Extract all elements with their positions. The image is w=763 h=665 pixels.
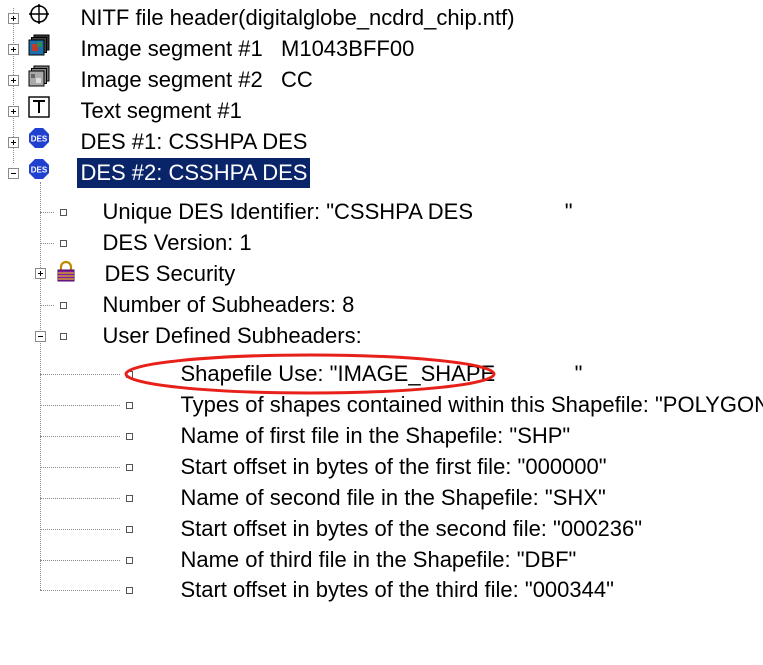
tree-item-label: Start offset in bytes of the first file:… (180, 454, 607, 479)
leaf-bullet-icon (60, 240, 67, 247)
crosshair-icon (29, 4, 49, 24)
leaf-bullet-icon (60, 209, 67, 216)
tree-connector (40, 212, 54, 213)
tree-item-label: DES Security (104, 261, 236, 286)
expand-toggle[interactable] (35, 268, 46, 279)
tree-connector (40, 405, 120, 406)
tree-item-unique-des-identifier[interactable]: Unique DES Identifier: "CSSHPA DES " (78, 197, 572, 227)
image-segment-color-icon (28, 34, 50, 56)
tree-item-label: NITF file header(digitalglobe_ncdrd_chip… (80, 5, 515, 30)
tree-item-image-segment-1[interactable]: Image segment #1 M1043BFF00 (56, 34, 414, 64)
tree-item-label: Unique DES Identifier: "CSSHPA DES " (102, 199, 573, 224)
tree-item-image-segment-2[interactable]: Image segment #2 CC (56, 65, 312, 95)
tree-item-des-1[interactable]: DES #1: CSSHPA DES (56, 127, 307, 157)
leaf-bullet-icon (126, 557, 133, 564)
des-icon: DES (29, 159, 49, 179)
tree-item-label: Name of second file in the Shapefile: "S… (180, 485, 606, 510)
leaf-bullet-icon (126, 526, 133, 533)
tree-item-nitf-header[interactable]: NITF file header(digitalglobe_ncdrd_chip… (56, 3, 514, 33)
tree-item-des-security[interactable]: DES Security (80, 259, 235, 289)
tree-item-label: DES Version: 1 (102, 230, 252, 255)
tree-item-des-version[interactable]: DES Version: 1 (78, 228, 251, 258)
expand-toggle[interactable] (8, 106, 19, 117)
tree-connector (40, 529, 120, 530)
tree-item-label: Image segment #1 M1043BFF00 (80, 36, 415, 61)
text-segment-icon (28, 96, 50, 118)
tree-connector (40, 467, 120, 468)
lock-icon (57, 260, 75, 282)
tree-item-name-third-file[interactable]: Name of third file in the Shapefile: "DB… (156, 545, 576, 575)
tree-view: NITF file header(digitalglobe_ncdrd_chip… (0, 0, 763, 606)
leaf-bullet-icon (126, 464, 133, 471)
collapse-toggle[interactable] (35, 331, 46, 342)
leaf-bullet-icon (126, 433, 133, 440)
tree-connector (40, 436, 120, 437)
tree-item-label: Text segment #1 (80, 98, 242, 123)
tree-item-label: Name of first file in the Shapefile: "SH… (180, 423, 571, 448)
tree-connector (40, 374, 120, 375)
des-icon: DES (29, 128, 49, 148)
tree-item-label-selected: DES #2: CSSHPA DES (77, 158, 311, 188)
leaf-bullet-icon (126, 402, 133, 409)
tree-item-label: Name of third file in the Shapefile: "DB… (180, 547, 577, 572)
leaf-bullet-icon (60, 333, 67, 340)
svg-text:DES: DES (31, 166, 48, 175)
highlight-ellipse (124, 353, 496, 395)
tree-item-name-second-file[interactable]: Name of second file in the Shapefile: "S… (156, 483, 605, 513)
tree-item-text-segment-1[interactable]: Text segment #1 (56, 96, 241, 126)
tree-connector (40, 498, 120, 499)
tree-connector (40, 243, 54, 244)
tree-item-offset-first-file[interactable]: Start offset in bytes of the first file:… (156, 452, 606, 482)
image-segment-gray-icon (28, 65, 50, 87)
tree-item-number-of-subheaders[interactable]: Number of Subheaders: 8 (78, 290, 354, 320)
tree-connector (40, 590, 120, 591)
leaf-bullet-icon (126, 587, 133, 594)
tree-item-user-defined-subheaders[interactable]: User Defined Subheaders: (78, 321, 361, 351)
tree-item-label: DES #1: CSSHPA DES (80, 129, 308, 154)
tree-item-label: Image segment #2 CC (80, 67, 313, 92)
tree-item-label: User Defined Subheaders: (102, 323, 362, 348)
leaf-bullet-icon (60, 302, 67, 309)
svg-text:DES: DES (31, 135, 48, 144)
tree-item-label: Start offset in bytes of the second file… (180, 516, 643, 541)
tree-item-offset-third-file[interactable]: Start offset in bytes of the third file:… (156, 575, 613, 605)
tree-item-name-first-file[interactable]: Name of first file in the Shapefile: "SH… (156, 421, 570, 451)
tree-item-label: Start offset in bytes of the third file:… (180, 577, 614, 602)
tree-item-label: Number of Subheaders: 8 (102, 292, 355, 317)
leaf-bullet-icon (126, 495, 133, 502)
expand-toggle[interactable] (8, 75, 19, 86)
tree-connector (40, 305, 54, 306)
tree-item-offset-second-file[interactable]: Start offset in bytes of the second file… (156, 514, 642, 544)
tree-connector (40, 560, 120, 561)
tree-item-des-2[interactable]: DES #2: CSSHPA DES (56, 158, 311, 188)
expand-toggle[interactable] (8, 13, 19, 24)
expand-toggle[interactable] (8, 137, 19, 148)
expand-toggle[interactable] (8, 44, 19, 55)
collapse-toggle[interactable] (8, 168, 19, 179)
tree-connector (40, 182, 41, 340)
